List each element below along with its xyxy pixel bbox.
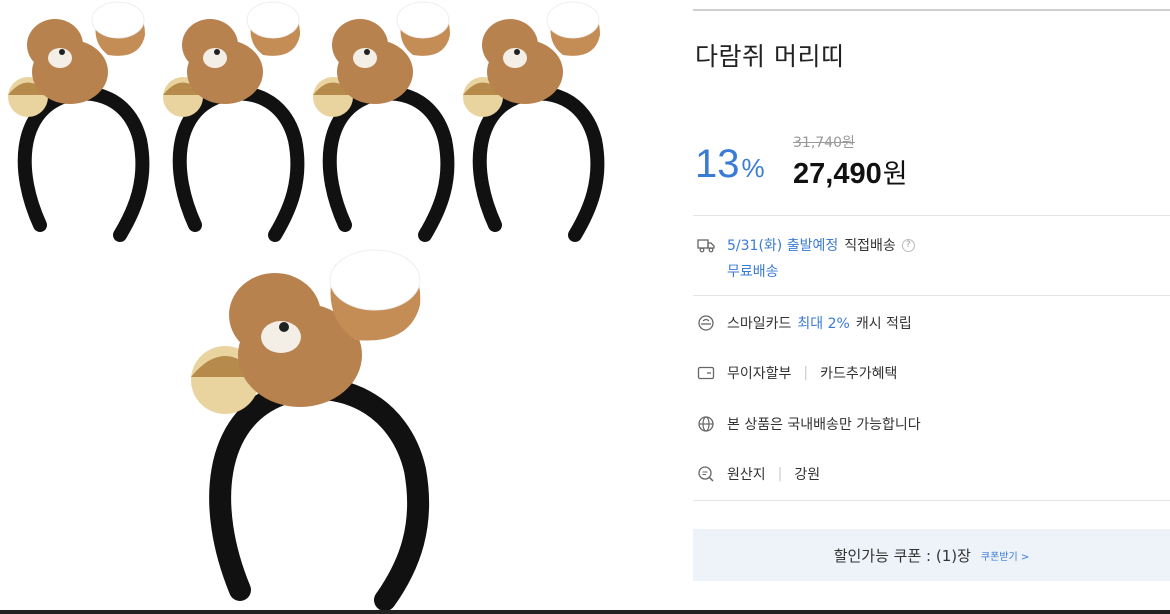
help-icon[interactable]: ? — [901, 238, 915, 252]
divider — [693, 295, 1170, 296]
separator: | — [803, 365, 809, 381]
product-title: 다람쥐 머리띠 — [695, 42, 845, 71]
shipping-method: 직접배송 — [844, 238, 896, 254]
coupon-bar: 할인가능 쿠폰 : (1)장 쿠폰받기 > — [693, 529, 1170, 581]
smile-card-prefix: 스마일카드 — [727, 316, 792, 332]
installment-row: 무이자할부 | 카드추가혜택 — [697, 363, 897, 383]
origin-row: 원산지 | 강원 — [697, 464, 820, 484]
sale-price-value: 27,490 — [793, 158, 882, 190]
bottom-border — [0, 610, 1170, 614]
divider — [693, 215, 1170, 216]
sale-price: 27,490원 — [793, 152, 908, 191]
divider — [693, 500, 1170, 501]
squirrel-headband-image — [455, 0, 605, 245]
original-price: 31,740원 — [793, 135, 855, 151]
squirrel-headband-image — [155, 0, 305, 245]
domestic-row: 본 상품은 국내배송만 가능합니다 — [697, 414, 921, 434]
separator: | — [777, 466, 783, 482]
squirrel-headband-image — [305, 0, 455, 245]
divider — [693, 9, 1170, 11]
product-image-area — [0, 0, 660, 614]
sale-price-currency: 원 — [882, 159, 908, 189]
installment-label: 무이자할부 — [727, 366, 792, 382]
price-block: 13% 31,740원 27,490원 — [693, 128, 1170, 198]
free-shipping: 무료배송 — [727, 264, 779, 280]
discount-unit: % — [741, 153, 765, 183]
squirrel-headband-main-image — [185, 245, 435, 610]
squirrel-headband-image — [0, 0, 150, 245]
smile-card-highlight: 최대 2% — [797, 316, 850, 332]
smile-card-suffix: 캐시 적립 — [855, 316, 912, 332]
discount-number: 13 — [695, 142, 740, 186]
product-info-panel: 다람쥐 머리띠 13% 31,740원 27,490원 5/31(화) 출발예정… — [693, 0, 1170, 614]
coupon-download-link[interactable]: 쿠폰받기 > — [981, 548, 1029, 563]
smile-card-row: 스마일카드 최대 2% 캐시 적립 — [697, 313, 912, 333]
card-benefit-link[interactable]: 카드추가혜택 — [820, 363, 897, 383]
shipping-date: 5/31(화) 출발예정 — [727, 238, 839, 254]
discount-rate: 13% — [695, 142, 765, 187]
coupon-count: 할인가능 쿠폰 : (1)장 — [833, 546, 971, 565]
smile-card-icon — [697, 314, 715, 332]
globe-icon — [697, 415, 715, 433]
shipping-row: 5/31(화) 출발예정 직접배송 ? — [697, 235, 915, 255]
truck-icon — [697, 236, 715, 254]
domestic-text: 본 상품은 국내배송만 가능합니다 — [727, 417, 921, 433]
origin-label: 원산지 — [727, 467, 766, 483]
origin-value: 강원 — [794, 467, 821, 483]
card-icon — [697, 364, 715, 382]
search-origin-icon — [697, 465, 715, 483]
